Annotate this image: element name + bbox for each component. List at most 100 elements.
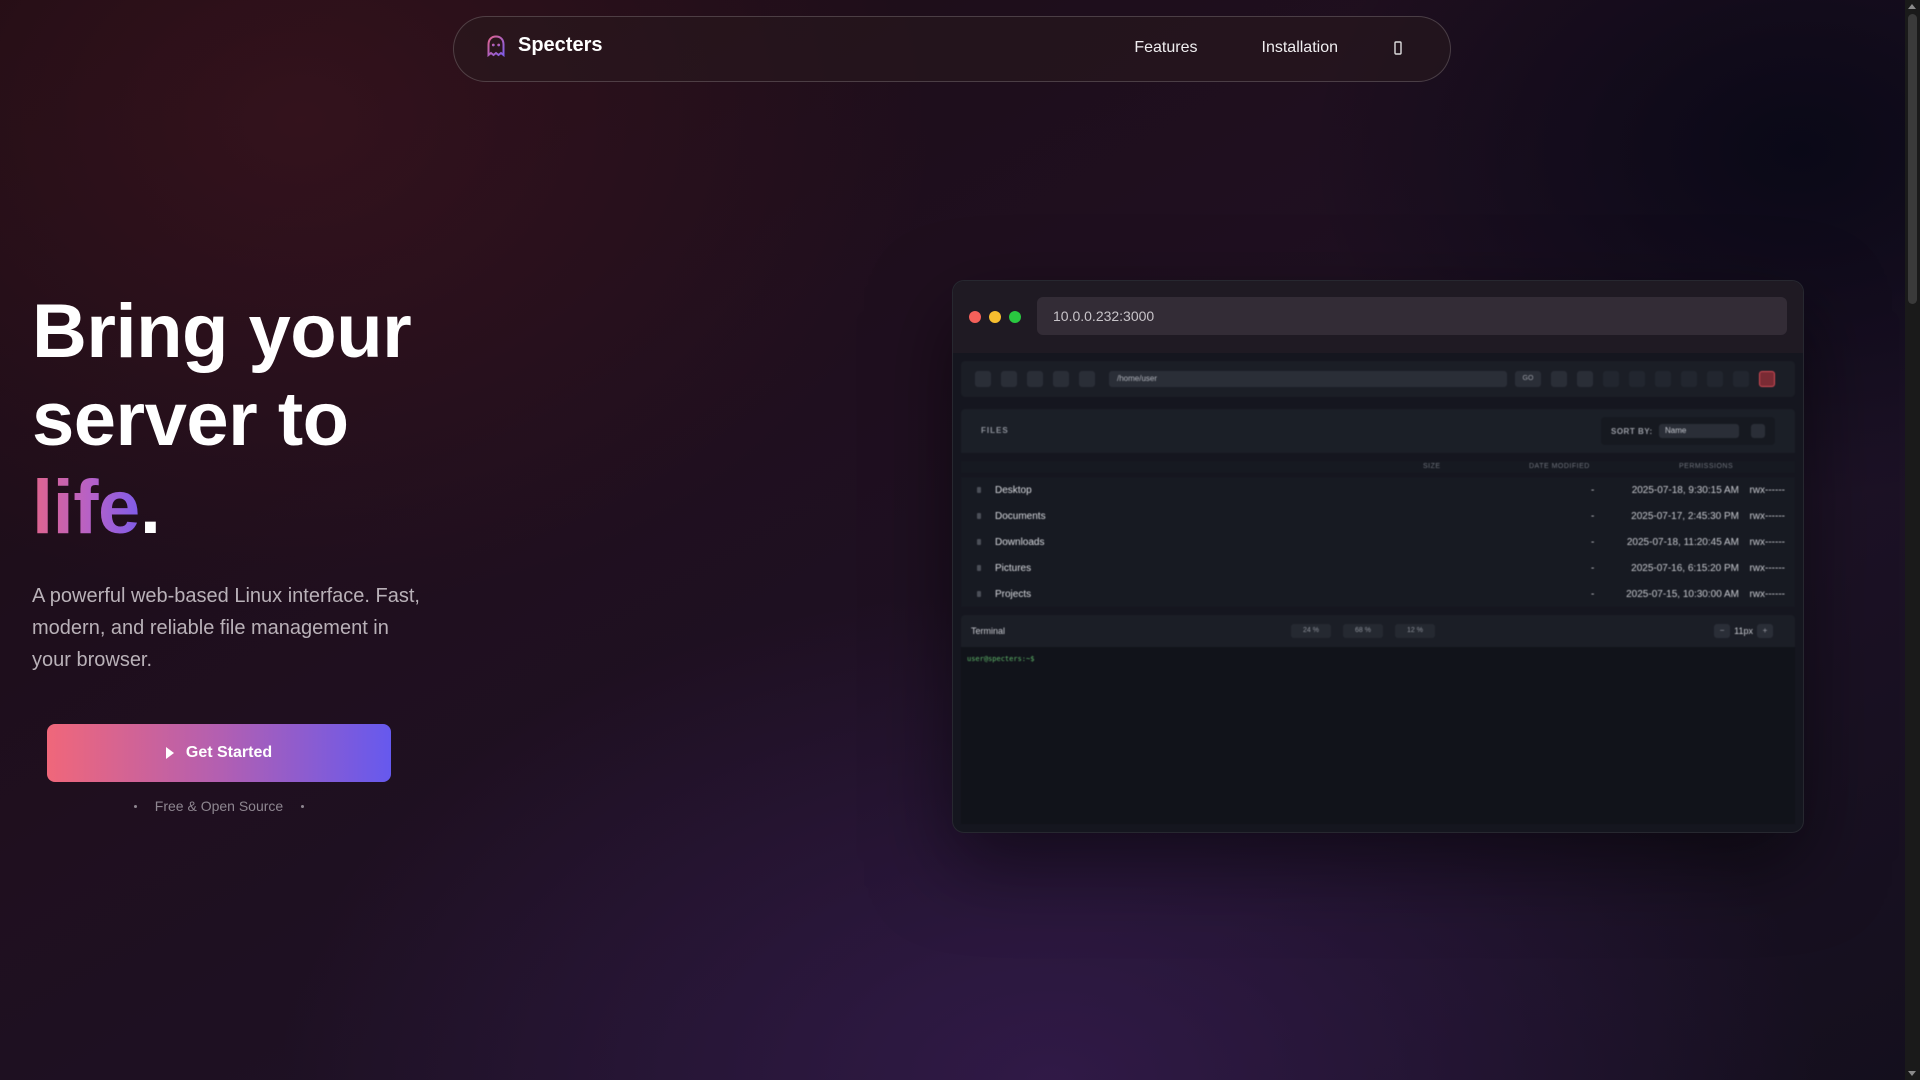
hero-title-highlight: life — [32, 465, 140, 550]
terminal-prompt: user@specters:~$ — [967, 655, 1035, 663]
file-toolbar: /home/user GO — [961, 361, 1795, 397]
dot-icon — [301, 804, 305, 808]
file-row: Desktop - 2025-07-18, 9:30:15 AM rwx----… — [961, 477, 1795, 503]
browser-titlebar: 10.0.0.232:3000 — [953, 281, 1803, 353]
nav-links: Features Installation — [1134, 39, 1338, 57]
file-date: 2025-07-17, 2:45:30 PM — [1631, 511, 1739, 522]
tagline-text: Free & Open Source — [154, 798, 284, 814]
terminal-header: Terminal 24 % 68 % 12 % − 11px + — [961, 615, 1795, 647]
app-preview: /home/user GO FILES SORT BY: Name SIZE D… — [961, 361, 1795, 824]
cpu-stat: 24 % — [1291, 624, 1331, 638]
file-size: - — [1591, 485, 1595, 496]
nav-link-features[interactable]: Features — [1134, 39, 1197, 57]
browser-mockup: 10.0.0.232:3000 /home/user GO FILES SORT… — [952, 280, 1804, 833]
sort-label: SORT BY: — [1611, 427, 1653, 436]
file-permissions: rwx------ — [1749, 537, 1785, 548]
sort-direction-icon — [1751, 424, 1765, 438]
hero-description: A powerful web-based Linux interface. Fa… — [32, 585, 420, 671]
file-name: Desktop — [995, 485, 1032, 496]
close-dot-icon — [969, 311, 981, 323]
get-started-button[interactable]: Get Started — [47, 724, 391, 782]
file-list: Desktop - 2025-07-18, 9:30:15 AM rwx----… — [961, 477, 1795, 587]
file-name: Downloads — [995, 537, 1045, 548]
back-icon — [975, 371, 991, 387]
get-started-label: Get Started — [185, 744, 273, 761]
sort-control: SORT BY: Name — [1601, 417, 1775, 445]
file-row: Documents - 2025-07-17, 2:45:30 PM rwx--… — [961, 503, 1795, 529]
file-size: - — [1591, 563, 1595, 574]
folder-icon — [977, 513, 981, 519]
nav-link-installation[interactable]: Installation — [1262, 39, 1339, 57]
column-permissions: PERMISSIONS — [1679, 463, 1734, 470]
hero-title-period: . — [139, 465, 161, 550]
folder-icon — [977, 539, 981, 545]
file-size: - — [1591, 589, 1595, 600]
file-row: Downloads - 2025-07-18, 11:20:45 AM rwx-… — [961, 529, 1795, 555]
page-scrollbar[interactable] — [1905, 0, 1920, 1080]
maximize-dot-icon — [1009, 311, 1021, 323]
new-folder-icon — [1551, 371, 1567, 387]
up-icon — [1027, 371, 1043, 387]
terminal-body: user@specters:~$ — [961, 647, 1795, 824]
paste-icon — [1655, 371, 1671, 387]
address-bar: 10.0.0.232:3000 — [1037, 297, 1787, 335]
file-permissions: rwx------ — [1749, 485, 1785, 496]
hero-title-line1: Bring your — [32, 289, 412, 374]
new-file-icon — [1577, 371, 1593, 387]
path-field: /home/user — [1109, 371, 1507, 387]
rename-icon — [1681, 371, 1697, 387]
file-name: Projects — [995, 589, 1032, 600]
files-header: FILES SORT BY: Name — [961, 409, 1795, 453]
font-size-control: − 11px + — [1714, 624, 1773, 638]
column-size: SIZE — [1423, 463, 1441, 470]
files-label: FILES — [981, 426, 1009, 435]
file-row: Projects - 2025-07-15, 10:30:00 AM rwx--… — [961, 581, 1795, 607]
tagline: Free & Open Source — [47, 798, 391, 814]
copy-icon — [1603, 371, 1619, 387]
terminal-label: Terminal — [971, 626, 1006, 636]
scroll-up-icon[interactable] — [1908, 4, 1916, 9]
play-icon — [165, 747, 174, 759]
file-name: Pictures — [995, 563, 1032, 574]
delete-icon — [1759, 371, 1775, 387]
file-permissions: rwx------ — [1749, 563, 1785, 574]
file-size: - — [1591, 511, 1595, 522]
upload-icon — [1733, 371, 1749, 387]
go-button: GO — [1515, 371, 1541, 387]
decrease-font-button: − — [1714, 624, 1731, 638]
github-icon[interactable] — [1392, 41, 1404, 55]
brand[interactable]: Specters — [486, 34, 603, 57]
folder-icon — [977, 565, 981, 571]
increase-font-button: + — [1757, 624, 1773, 638]
file-columns: SIZE DATE MODIFIED PERMISSIONS — [961, 461, 1795, 473]
hero-title: Bring your server to life. — [32, 288, 412, 552]
dot-icon — [133, 804, 137, 808]
refresh-icon — [1079, 371, 1095, 387]
font-size-value: 11px — [1734, 626, 1753, 636]
disk-stat: 12 % — [1395, 624, 1435, 638]
hero-title-line2: server to — [32, 377, 349, 462]
file-date: 2025-07-15, 10:30:00 AM — [1626, 589, 1739, 600]
minimize-dot-icon — [989, 311, 1001, 323]
file-name: Documents — [995, 511, 1046, 522]
file-list-tail: Projects - 2025-07-15, 10:30:00 AM rwx--… — [961, 581, 1795, 607]
file-date: 2025-07-18, 9:30:15 AM — [1631, 485, 1739, 496]
memory-stat: 68 % — [1343, 624, 1383, 638]
folder-icon — [977, 487, 981, 493]
download-icon — [1707, 371, 1723, 387]
cut-icon — [1629, 371, 1645, 387]
folder-icon — [977, 591, 981, 597]
brand-name: Specters — [518, 34, 603, 56]
file-permissions: rwx------ — [1749, 511, 1785, 522]
column-date: DATE MODIFIED — [1529, 463, 1590, 470]
sort-select: Name — [1659, 424, 1739, 438]
file-date: 2025-07-16, 6:15:20 PM — [1631, 563, 1739, 574]
file-date: 2025-07-18, 11:20:45 AM — [1626, 537, 1739, 548]
home-icon — [1053, 371, 1069, 387]
ghost-icon — [487, 34, 505, 57]
file-size: - — [1591, 537, 1595, 548]
scroll-down-icon[interactable] — [1908, 1071, 1916, 1076]
top-nav: Specters Features Installation — [453, 16, 1451, 82]
scroll-thumb[interactable] — [1908, 14, 1917, 304]
file-permissions: rwx------ — [1749, 589, 1785, 600]
